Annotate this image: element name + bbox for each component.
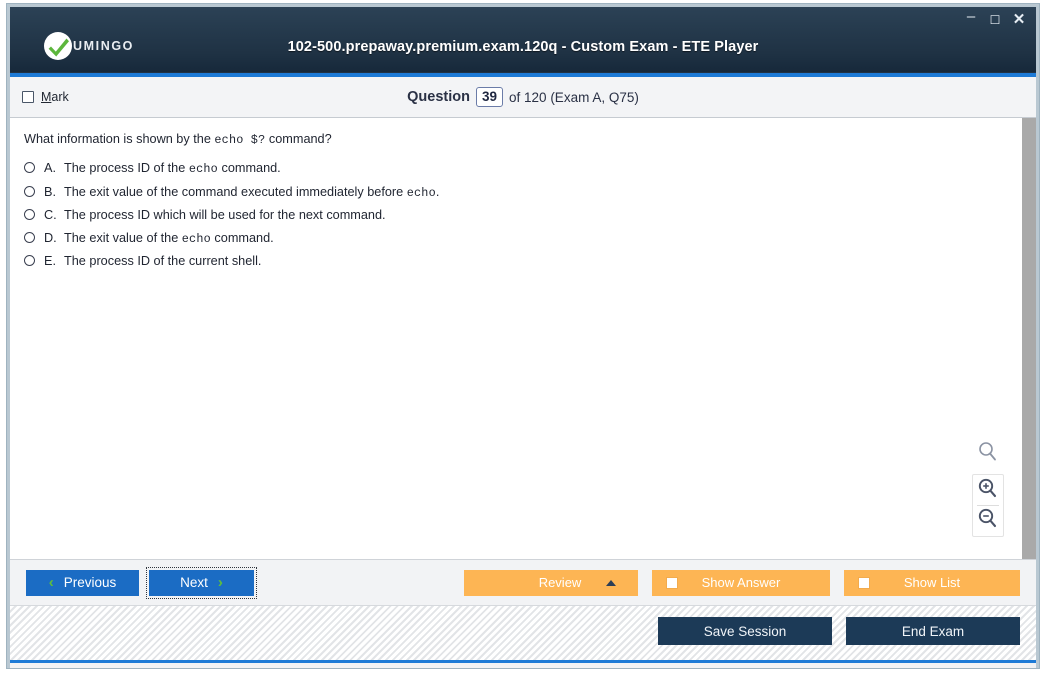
close-icon[interactable]: ✕ bbox=[1012, 12, 1026, 27]
answer-option-letter: B. bbox=[44, 184, 56, 199]
answer-option-text: The process ID of the echo command. bbox=[64, 161, 1006, 176]
minimize-icon[interactable]: – bbox=[964, 9, 978, 24]
window-controls: – ☐ ✕ bbox=[964, 9, 1026, 27]
answer-radio[interactable] bbox=[24, 209, 35, 221]
answer-radio[interactable] bbox=[24, 185, 35, 197]
answer-option-text-part: . bbox=[435, 184, 440, 199]
desktop-background: UMINGO 102-500.prepaway.premium.exam.120… bbox=[0, 0, 1046, 673]
question-text: What information is shown by the echo $?… bbox=[24, 130, 1006, 149]
magnifier-icon[interactable] bbox=[977, 441, 999, 468]
chevron-left-icon: ‹ bbox=[48, 574, 54, 591]
answer-option-text-part: The process ID which will be used for th… bbox=[64, 208, 386, 223]
show-answer-checkbox[interactable] bbox=[666, 576, 678, 589]
window-inner: UMINGO 102-500.prepaway.premium.exam.120… bbox=[10, 7, 1036, 668]
previous-button[interactable]: ‹ Previous bbox=[26, 569, 139, 596]
answer-radio[interactable] bbox=[24, 231, 35, 243]
save-session-button[interactable]: Save Session bbox=[658, 617, 832, 645]
maximize-icon[interactable]: ☐ bbox=[988, 13, 1002, 27]
zoom-divider bbox=[977, 505, 999, 506]
answer-option-text-part: The process ID of the current shell. bbox=[64, 254, 262, 269]
answer-option-text: The process ID which will be used for th… bbox=[64, 208, 1006, 222]
question-header-bar: Mark Question 39 of 120 (Exam A, Q75) bbox=[10, 77, 1036, 118]
magnifier-minus-icon[interactable] bbox=[977, 508, 999, 533]
answer-option-text: The exit value of the command executed i… bbox=[64, 185, 1006, 200]
chevron-right-icon: › bbox=[217, 574, 223, 591]
answer-option-text: The process ID of the current shell. bbox=[64, 254, 1006, 268]
question-word-label: Question bbox=[407, 89, 470, 105]
answer-radio[interactable] bbox=[24, 255, 35, 267]
answer-option-text-part: command. bbox=[210, 230, 274, 245]
zoom-controls bbox=[970, 441, 1006, 537]
show-list-label: Show List bbox=[903, 575, 961, 590]
next-button-label: Next bbox=[180, 575, 208, 590]
footer-bar: Save Session End Exam bbox=[10, 605, 1036, 663]
answer-option-d[interactable]: D. The exit value of the echo command. bbox=[24, 231, 1006, 246]
show-list-checkbox[interactable] bbox=[858, 576, 870, 589]
answer-option-e[interactable]: E. The process ID of the current shell. bbox=[24, 254, 1006, 268]
question-content: What information is shown by the echo $?… bbox=[10, 118, 1020, 559]
window-title: 102-500.prepaway.premium.exam.120q - Cus… bbox=[287, 39, 759, 55]
question-code-snippet: echo $? bbox=[214, 133, 266, 147]
navigation-bar: ‹ Previous Next › Review Show Answer Sho… bbox=[10, 560, 1036, 605]
answer-option-letter: D. bbox=[44, 230, 57, 245]
review-button[interactable]: Review bbox=[464, 569, 638, 596]
magnifier-plus-icon[interactable] bbox=[977, 478, 999, 503]
caret-up-icon bbox=[606, 579, 616, 586]
answer-option-code: echo bbox=[188, 162, 218, 177]
answer-option-letter: A. bbox=[44, 161, 56, 176]
answer-option-letter: E. bbox=[44, 254, 56, 269]
show-answer-button[interactable]: Show Answer bbox=[652, 569, 830, 596]
answer-radio[interactable] bbox=[24, 162, 35, 174]
question-text-after: command? bbox=[265, 132, 332, 146]
answer-option-c[interactable]: C. The process ID which will be used for … bbox=[24, 208, 1006, 222]
vertical-scrollbar[interactable] bbox=[1021, 118, 1036, 559]
footer-buttons-group: Save Session End Exam bbox=[658, 617, 1020, 645]
question-number-input[interactable]: 39 bbox=[476, 87, 504, 107]
answer-option-letter: C. bbox=[44, 208, 57, 223]
answer-option-code: echo bbox=[406, 185, 436, 200]
answer-option-text-part: command. bbox=[217, 161, 281, 176]
answer-options-list: A. The process ID of the echo command. B. T… bbox=[24, 161, 1006, 268]
review-button-label: Review bbox=[538, 575, 582, 590]
next-button[interactable]: Next › bbox=[146, 566, 257, 599]
title-bar: UMINGO 102-500.prepaway.premium.exam.120… bbox=[10, 7, 1036, 77]
question-total-label: of 120 (Exam A, Q75) bbox=[509, 89, 639, 105]
application-window: UMINGO 102-500.prepaway.premium.exam.120… bbox=[6, 3, 1040, 669]
question-counter: Question 39 of 120 (Exam A, Q75) bbox=[10, 87, 1036, 107]
question-text-before: What information is shown by the bbox=[24, 132, 215, 146]
action-buttons-group: Review Show Answer Show List bbox=[464, 569, 1020, 596]
answer-option-text-part: The exit value of the bbox=[64, 230, 182, 245]
show-answer-label: Show Answer bbox=[701, 575, 781, 590]
show-list-button[interactable]: Show List bbox=[844, 569, 1020, 596]
answer-option-text-part: The process ID of the bbox=[64, 161, 189, 176]
answer-option-code: echo bbox=[181, 231, 211, 246]
previous-button-label: Previous bbox=[63, 575, 117, 590]
end-exam-button[interactable]: End Exam bbox=[846, 617, 1020, 645]
zoom-in-out-box bbox=[972, 474, 1004, 537]
answer-option-text-part: The exit value of the command executed i… bbox=[64, 184, 407, 199]
answer-option-b[interactable]: B. The exit value of the command executed… bbox=[24, 185, 1006, 200]
question-body: What information is shown by the echo $?… bbox=[10, 118, 1036, 560]
answer-option-text: The exit value of the echo command. bbox=[64, 231, 1006, 246]
answer-option-a[interactable]: A. The process ID of the echo command. bbox=[24, 161, 1006, 176]
